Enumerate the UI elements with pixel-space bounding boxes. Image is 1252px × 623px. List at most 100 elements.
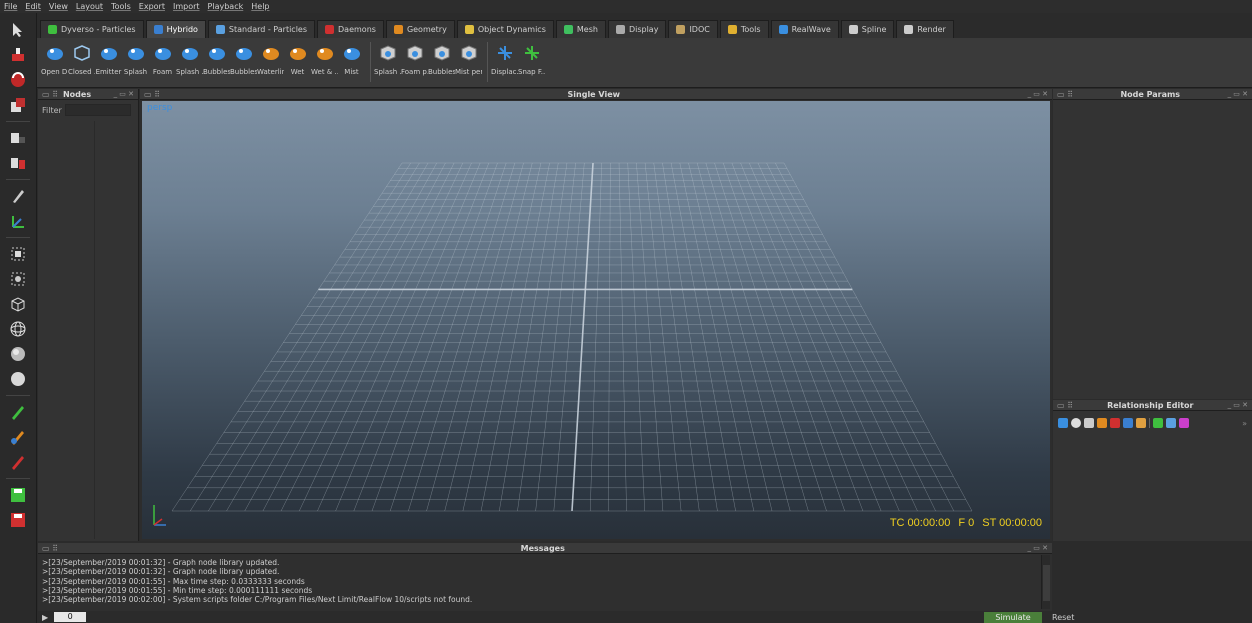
tab-render[interactable]: Render (896, 20, 954, 38)
more-chevron-icon[interactable]: » (1242, 419, 1247, 428)
tab-realwave[interactable]: RealWave (770, 20, 839, 38)
tab-idoc[interactable]: IDOC (668, 20, 718, 38)
nodes-list[interactable] (38, 121, 138, 539)
shelf-tool-closed[interactable]: Closed ... (68, 42, 95, 76)
save-red-icon[interactable] (7, 509, 29, 531)
select-arrow-icon[interactable] (7, 19, 29, 41)
shelf-tool-bubbles[interactable]: Bubbles... (230, 42, 257, 76)
simulate-button[interactable]: Simulate (984, 612, 1042, 623)
panel-window-controls[interactable]: _ ▭ ✕ (1028, 544, 1048, 552)
panel-grip-icon[interactable]: ▭ ⠿ (42, 544, 58, 553)
messages-title: Messages (520, 543, 565, 553)
current-frame-field[interactable]: 0 (54, 612, 87, 622)
filter-input[interactable] (64, 104, 131, 116)
tab-standard-particles[interactable]: Standard - Particles (207, 20, 316, 38)
message-line: >[23/September/2019 00:01:55] - Max time… (42, 576, 305, 586)
menu-item-export[interactable]: Export (139, 2, 165, 11)
tab-hybrido[interactable]: Hybrido (145, 20, 206, 38)
shelf-tool-foam-p[interactable]: Foam p... (401, 42, 428, 76)
3d-viewport[interactable]: persp TC 00:00:00 F 0 ST 00:00:00 (142, 101, 1050, 539)
panel-window-controls[interactable]: _ ▭ ✕ (1228, 90, 1248, 98)
rel-filter-icon[interactable] (1166, 418, 1176, 428)
rel-mesh-icon[interactable] (1123, 418, 1133, 428)
shelf-tool-open-d[interactable]: Open D... (41, 42, 68, 76)
unlink-icon[interactable] (7, 152, 29, 174)
message-line: >[23/September/2019 00:01:32] - Graph no… (42, 558, 280, 567)
tab-spline[interactable]: Spline (840, 20, 895, 38)
shelf-tool-splash[interactable]: Splash (123, 42, 148, 76)
green-pen-icon[interactable] (7, 401, 29, 423)
move-tool-icon[interactable] (7, 44, 29, 66)
link-icon[interactable] (7, 127, 29, 149)
tab-mesh[interactable]: Mesh (555, 20, 606, 38)
message-line: >[23/September/2019 00:02:00] - System s… (42, 595, 473, 605)
separator (1149, 418, 1150, 428)
shelf-tool-mist[interactable]: Mist (339, 42, 364, 76)
panel-grip-icon[interactable]: ▭ ⠿ (1057, 90, 1073, 99)
dotted-sphere-icon[interactable] (7, 268, 29, 290)
rel-object-icon[interactable] (1084, 418, 1094, 428)
tab-geometry[interactable]: Geometry (385, 20, 455, 38)
shelf-label: Foam p... (401, 68, 428, 76)
panel-window-controls[interactable]: _ ▭ ✕ (114, 90, 134, 98)
menu-item-view[interactable]: View (49, 2, 68, 11)
rel-group-icon[interactable] (1136, 418, 1146, 428)
shelf-tool-splash[interactable]: Splash ... (176, 42, 203, 76)
brush-icon[interactable] (7, 185, 29, 207)
cube-icon[interactable] (7, 293, 29, 315)
tab-daemons[interactable]: Daemons (317, 20, 384, 38)
rotate-tool-icon[interactable] (7, 69, 29, 91)
menu-item-import[interactable]: Import (173, 2, 200, 11)
camera-mode-label[interactable]: persp (147, 103, 172, 113)
panel-window-controls[interactable]: _ ▭ ✕ (1028, 90, 1048, 98)
tab-dyverso-particles[interactable]: Dyverso - Particles (40, 20, 144, 38)
play-icon[interactable]: ▶ (42, 613, 48, 622)
tab-icon (48, 25, 57, 34)
shelf-icon (458, 42, 480, 64)
menu-item-tools[interactable]: Tools (111, 2, 131, 11)
rel-select-icon[interactable] (1153, 418, 1163, 428)
menu-item-playback[interactable]: Playback (208, 2, 244, 11)
menu-item-edit[interactable]: Edit (25, 2, 41, 11)
save-green-icon[interactable] (7, 484, 29, 506)
timecode-readout: TC 00:00:00 F 0 ST 00:00:00 (890, 517, 1042, 529)
shelf-tool-snap-f[interactable]: Snap F... (518, 42, 545, 76)
shelf-tool-emitter[interactable]: Emitter (96, 42, 121, 76)
rel-color-icon[interactable] (1179, 418, 1189, 428)
axis-icon[interactable] (7, 210, 29, 232)
shelf-tool-splash[interactable]: Splash ... (374, 42, 401, 76)
rel-emitter-icon[interactable] (1110, 418, 1120, 428)
shelf-tool-bubbles[interactable]: Bubbles (203, 42, 230, 76)
scale-tool-icon[interactable] (7, 94, 29, 116)
sphere-solid-icon[interactable] (7, 368, 29, 390)
rel-daemon-icon[interactable] (1097, 418, 1107, 428)
rel-link-icon[interactable] (1058, 418, 1068, 428)
rel-reset-icon[interactable] (1071, 418, 1081, 428)
sphere-wire-icon[interactable] (7, 318, 29, 340)
scrollbar-thumb[interactable] (1043, 565, 1050, 601)
shelf-tool-mist-per[interactable]: Mist per... (455, 42, 482, 76)
menu-item-file[interactable]: File (4, 2, 17, 11)
tab-tools[interactable]: Tools (719, 20, 769, 38)
panel-grip-icon[interactable]: ▭ ⠿ (144, 90, 160, 99)
shelf-icon (44, 42, 66, 64)
tab-display[interactable]: Display (607, 20, 667, 38)
orange-pen-icon[interactable] (7, 426, 29, 448)
shelf-tool-foam[interactable]: Foam (150, 42, 175, 76)
messages-scrollbar[interactable] (1041, 555, 1050, 609)
menu-item-layout[interactable]: Layout (76, 2, 103, 11)
panel-grip-icon[interactable]: ▭ ⠿ (42, 90, 58, 99)
panel-window-controls[interactable]: _ ▭ ✕ (1228, 401, 1248, 409)
reset-button[interactable]: Reset (1052, 612, 1102, 623)
shelf-tool-waterline[interactable]: Waterline (257, 42, 284, 76)
panel-grip-icon[interactable]: ▭ ⠿ (1057, 401, 1073, 410)
dotted-cube-icon[interactable] (7, 243, 29, 265)
sphere-shaded-icon[interactable] (7, 343, 29, 365)
shelf-tool-bubbles[interactable]: Bubbles... (428, 42, 455, 76)
menu-item-help[interactable]: Help (251, 2, 269, 11)
red-pen-icon[interactable] (7, 451, 29, 473)
shelf-tool-wet[interactable]: Wet (285, 42, 310, 76)
shelf-tool-wet[interactable]: Wet & ... (311, 42, 338, 76)
shelf-tool-displac[interactable]: Displac... (491, 42, 518, 76)
tab-object-dynamics[interactable]: Object Dynamics (456, 20, 554, 38)
